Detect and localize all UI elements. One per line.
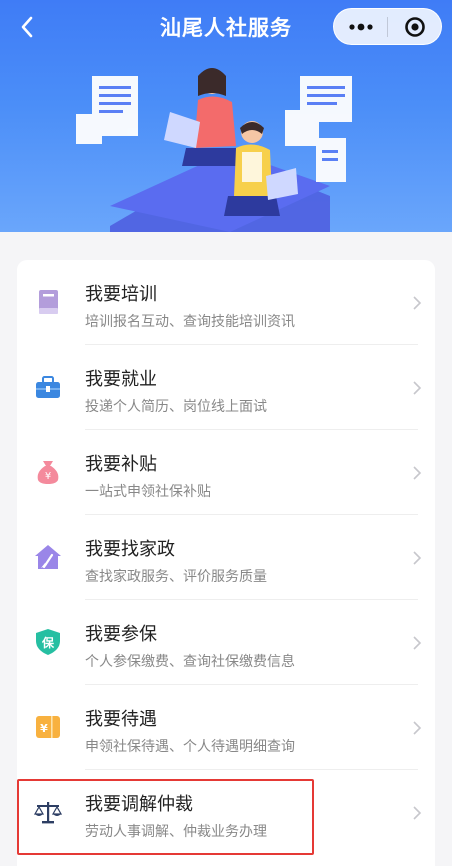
service-item-benefits[interactable]: ¥ 我要待遇 申领社保待遇、个人待遇明细查询 [17,685,435,770]
menu-capsule [333,8,442,45]
highlight-box [17,779,314,855]
close-button[interactable] [388,8,441,45]
chevron-right-icon [413,721,422,735]
chevron-right-icon [413,381,422,395]
svg-text:保: 保 [41,635,55,650]
service-item-insurance[interactable]: 保 我要参保 个人参保缴费、查询社保缴费信息 [17,600,435,685]
more-button[interactable] [334,8,387,45]
service-item-training[interactable]: 我要培训 培训报名互动、查询技能培训资讯 [17,260,435,345]
service-item-subsidy[interactable]: ¥ 我要补贴 一站式申领社保补贴 [17,430,435,515]
service-desc: 培训报名互动、查询技能培训资讯 [85,314,295,330]
service-list: 我要培训 培训报名互动、查询技能培训资讯 我要就业 投递个人简历、岗位线上面试 … [17,260,435,866]
service-item-housekeeping[interactable]: 我要找家政 查找家政服务、评价服务质量 [17,515,435,600]
service-desc: 一站式申领社保补贴 [85,484,211,500]
book-icon [39,290,58,314]
chevron-right-icon [413,636,422,650]
more-dots-icon [348,23,373,30]
target-icon [404,16,425,37]
chevron-right-icon [413,296,422,310]
service-name: 我要待遇 [85,709,157,730]
service-item-employment[interactable]: 我要就业 投递个人简历、岗位线上面试 [17,345,435,430]
chevron-right-icon [413,466,422,480]
service-desc: 个人参保缴费、查询社保缴费信息 [85,654,295,670]
house-broom-icon [35,545,61,569]
service-desc: 申领社保待遇、个人待遇明细查询 [85,739,295,755]
service-name: 我要找家政 [85,539,175,560]
yen-ticket-icon: ¥ [36,716,60,738]
chevron-right-icon [413,551,422,565]
service-name: 我要补贴 [85,454,157,475]
service-name: 我要培训 [85,284,157,305]
service-desc: 查找家政服务、评价服务质量 [85,569,267,585]
briefcase-icon [36,376,60,398]
svg-text:¥: ¥ [40,722,48,735]
chevron-right-icon [413,806,422,820]
shield-insurance-icon: 保 [36,629,60,655]
navigation-bar: 汕尾人社服务 [0,0,452,56]
banner-illustration [76,68,352,232]
service-name: 我要就业 [85,369,157,390]
money-bag-icon: ¥ [37,461,59,484]
svg-text:¥: ¥ [45,471,51,482]
service-name: 我要参保 [85,624,157,645]
service-desc: 投递个人简历、岗位线上面试 [85,399,267,415]
